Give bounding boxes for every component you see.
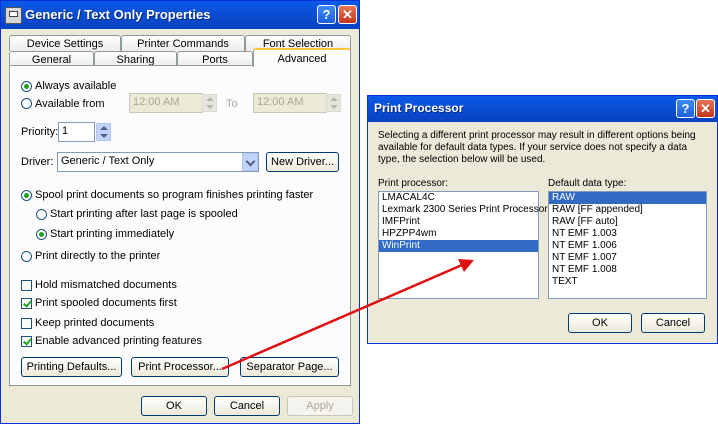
to-time-field: 12:00 AM — [253, 93, 327, 113]
processor-title-bar[interactable]: Print Processor ? ✕ — [368, 96, 717, 122]
printing-defaults-button[interactable]: Printing Defaults... — [21, 357, 122, 377]
hold-mismatched-label: Hold mismatched documents — [35, 279, 177, 291]
spin-down-icon — [100, 134, 108, 138]
priority-label: Priority: — [21, 126, 59, 138]
print-direct-label: Print directly to the printer — [35, 250, 161, 262]
advanced-tab-panel: Always available Available from 12:00 AM… — [9, 65, 351, 386]
datatype-list[interactable]: RAW RAW [FF appended] RAW [FF auto] NT E… — [548, 191, 707, 299]
properties-dialog: Generic / Text Only Properties ? ✕ Devic… — [0, 0, 360, 424]
to-label: To — [226, 98, 238, 110]
start-after-last-radio[interactable] — [36, 209, 47, 220]
printer-icon — [5, 7, 22, 24]
processor-list[interactable]: LMACAL4C Lexmark 2300 Series Print Proce… — [378, 191, 548, 299]
tab-advanced[interactable]: Advanced — [253, 48, 351, 67]
keep-printed-checkbox[interactable] — [21, 318, 32, 329]
close-icon[interactable]: ✕ — [338, 5, 357, 24]
always-available-radio[interactable] — [21, 81, 32, 92]
hold-mismatched-checkbox[interactable] — [21, 280, 32, 291]
ok-button[interactable]: OK — [141, 396, 207, 416]
available-from-label: Available from — [35, 98, 105, 110]
spin-down-icon — [330, 105, 338, 109]
properties-title: Generic / Text Only Properties — [25, 7, 211, 22]
print-spooled-first-label: Print spooled documents first — [35, 297, 177, 309]
start-after-last-label: Start printing after last page is spoole… — [50, 208, 238, 220]
tab-device-settings[interactable]: Device Settings — [9, 35, 121, 51]
processor-ok-button[interactable]: OK — [568, 313, 632, 333]
spin-up-icon — [206, 97, 214, 101]
list-item[interactable]: Lexmark 2300 Series Print Processor — [379, 204, 548, 216]
start-immediately-radio[interactable] — [36, 229, 47, 240]
list-item[interactable]: RAW [FF auto] — [549, 216, 706, 228]
print-spooled-first-checkbox[interactable] — [21, 298, 32, 309]
print-processor-button[interactable]: Print Processor... — [131, 357, 229, 377]
processor-description: Selecting a different print processor ma… — [378, 130, 696, 165]
list-item[interactable]: NT EMF 1.006 — [549, 240, 706, 252]
apply-button: Apply — [287, 396, 353, 416]
processor-cancel-button[interactable]: Cancel — [641, 313, 705, 333]
list-item[interactable]: TEXT — [549, 276, 706, 288]
list-item[interactable]: NT EMF 1.008 — [549, 264, 706, 276]
cancel-button[interactable]: Cancel — [214, 396, 280, 416]
dropdown-arrow-icon[interactable] — [242, 153, 258, 171]
list-item[interactable]: HPZPP4wm — [379, 228, 538, 240]
new-driver-button[interactable]: New Driver... — [266, 152, 339, 172]
processor-title: Print Processor — [374, 101, 464, 115]
processor-list-label: Print processor: — [378, 178, 449, 189]
always-available-label: Always available — [35, 80, 117, 92]
to-time-spinner — [326, 94, 341, 112]
print-processor-dialog: Print Processor ? ✕ Selecting a differen… — [367, 95, 718, 344]
from-time-field: 12:00 AM — [129, 93, 203, 113]
list-item-selected[interactable]: RAW — [549, 192, 706, 204]
list-item[interactable]: IMFPrint — [379, 216, 538, 228]
spin-down-icon — [206, 105, 214, 109]
print-direct-radio[interactable] — [21, 251, 32, 262]
driver-dropdown[interactable]: Generic / Text Only — [57, 152, 259, 172]
list-item-selected[interactable]: WinPrint — [379, 240, 538, 252]
separator-page-button[interactable]: Separator Page... — [240, 357, 339, 377]
help-icon[interactable]: ? — [676, 99, 695, 118]
keep-printed-label: Keep printed documents — [35, 317, 155, 329]
close-icon[interactable]: ✕ — [696, 99, 715, 118]
enable-advanced-label: Enable advanced printing features — [35, 335, 202, 347]
datatype-list-label: Default data type: — [548, 178, 627, 189]
list-item[interactable]: RAW [FF appended] — [549, 204, 706, 216]
list-item[interactable]: NT EMF 1.007 — [549, 252, 706, 264]
spool-label: Spool print documents so program finishe… — [35, 189, 314, 201]
properties-title-bar[interactable]: Generic / Text Only Properties ? ✕ — [1, 1, 359, 29]
list-item[interactable]: NT EMF 1.003 — [549, 228, 706, 240]
driver-label: Driver: — [21, 156, 54, 168]
tab-printer-commands[interactable]: Printer Commands — [121, 35, 245, 51]
spool-radio[interactable] — [21, 190, 32, 201]
available-from-radio[interactable] — [21, 98, 32, 109]
priority-field[interactable]: 1 — [58, 122, 95, 142]
spin-up-icon — [100, 126, 108, 130]
help-icon[interactable]: ? — [317, 5, 336, 24]
from-time-spinner — [202, 94, 217, 112]
priority-spinner[interactable] — [96, 123, 111, 141]
list-item[interactable]: LMACAL4C — [379, 192, 538, 204]
spin-up-icon — [330, 97, 338, 101]
enable-advanced-checkbox[interactable] — [21, 336, 32, 347]
start-immediately-label: Start printing immediately — [50, 228, 175, 240]
